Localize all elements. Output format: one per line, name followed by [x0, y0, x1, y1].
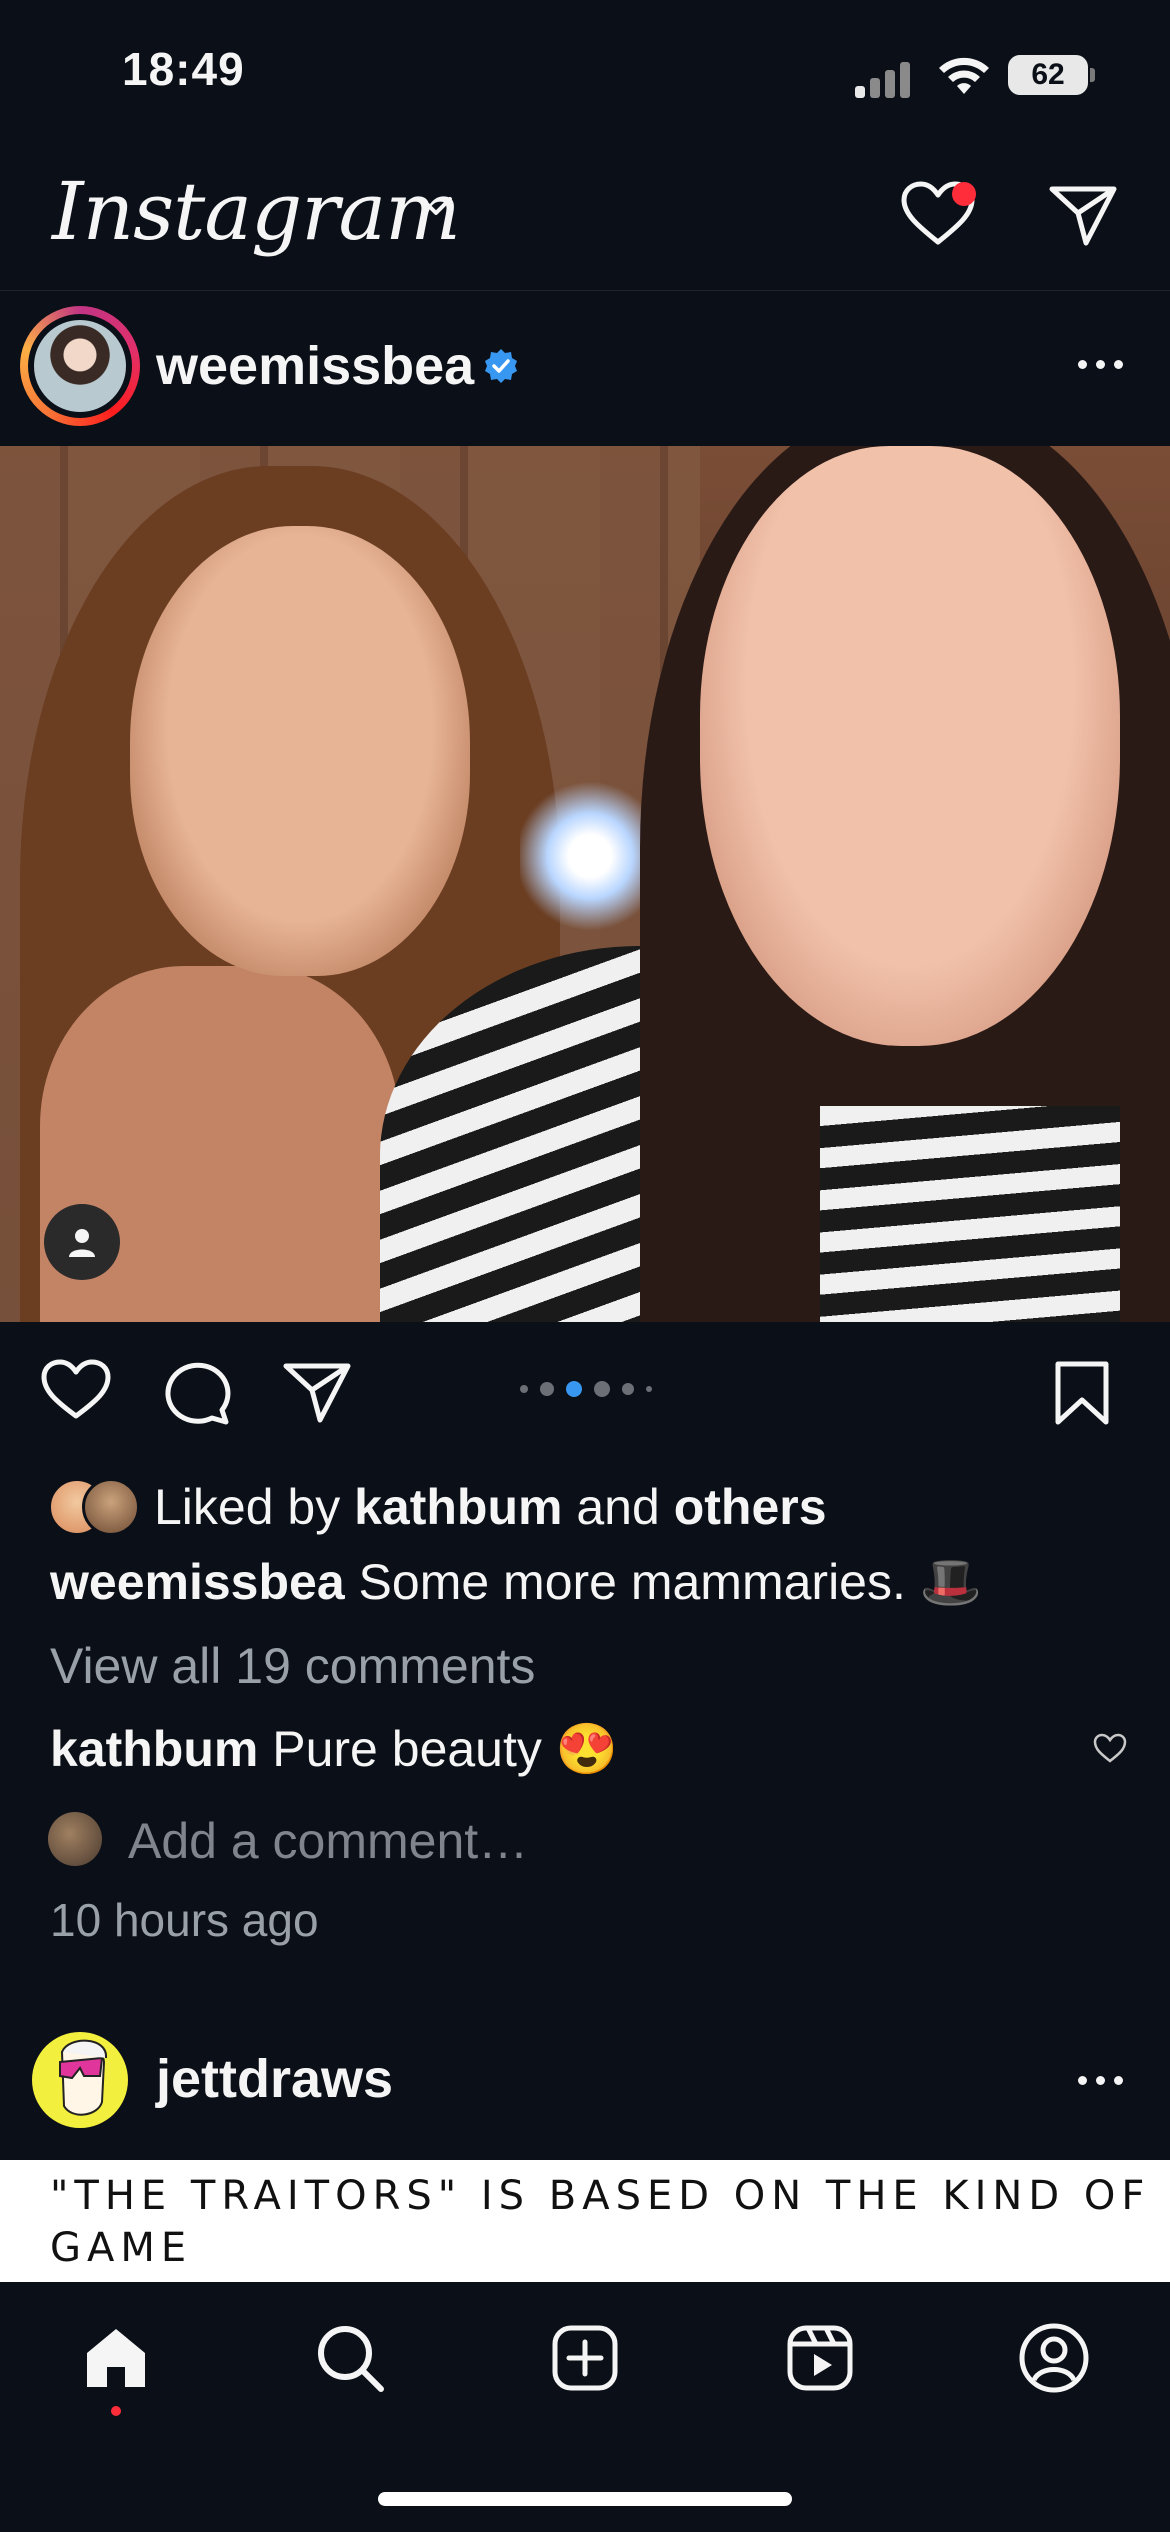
tab-profile[interactable]	[1014, 2318, 1094, 2398]
avatar[interactable]	[34, 320, 126, 412]
avatar[interactable]	[32, 2032, 128, 2128]
cellular-signal-icon	[855, 58, 915, 98]
add-comment-input[interactable]: Add a comment…	[128, 1812, 528, 1870]
caption-username[interactable]: weemissbea	[50, 1554, 345, 1610]
liked-by-text[interactable]: Liked by kathbum and others	[154, 1478, 827, 1536]
liked-by-avatars[interactable]	[48, 1478, 148, 1536]
post-photo[interactable]	[0, 446, 1170, 1322]
profile-icon	[1019, 2323, 1089, 2393]
post-caption: weemissbea Some more mammaries. 🎩	[50, 1553, 982, 1612]
app-logo[interactable]: Instagram	[52, 165, 461, 258]
battery-indicator: 62	[1008, 55, 1088, 95]
comment-username[interactable]: kathbum	[50, 1721, 258, 1777]
comment-preview: kathbum Pure beauty 😍	[50, 1720, 618, 1779]
battery-nub	[1090, 68, 1095, 82]
comic-image[interactable]: "The Traitors" is based on the kind of g…	[0, 2160, 1170, 2282]
plus-square-icon	[552, 2325, 618, 2391]
comic-text-line: "The Traitors" is based on the kind of g…	[50, 2173, 1151, 2271]
carousel-indicator	[520, 1381, 652, 1397]
post-username[interactable]: weemissbea	[156, 335, 474, 397]
home-icon	[87, 2329, 145, 2387]
tab-reels[interactable]	[780, 2318, 860, 2398]
view-all-comments-link[interactable]: View all 19 comments	[50, 1637, 535, 1695]
direct-message-icon[interactable]	[1048, 183, 1118, 247]
avatar-illustration	[59, 2039, 108, 2116]
comic-text-line: that goes by many names, a type of game	[50, 2274, 1170, 2282]
verified-badge-icon	[485, 349, 517, 383]
liked-user-link[interactable]: kathbum	[354, 1479, 562, 1535]
liked-others-link[interactable]: others	[674, 1479, 827, 1535]
wifi-icon	[939, 57, 989, 94]
status-time: 18:49	[122, 43, 245, 95]
tab-home[interactable]	[76, 2318, 156, 2398]
home-indicator	[378, 2492, 792, 2506]
tab-create[interactable]	[545, 2318, 625, 2398]
reels-icon	[787, 2325, 853, 2391]
post-timestamp: 10 hours ago	[50, 1894, 319, 1946]
tagged-people-button[interactable]	[44, 1204, 120, 1280]
caption-text: Some more mammaries. 🎩	[344, 1554, 983, 1610]
header-divider	[0, 290, 1170, 291]
more-options-icon[interactable]	[1078, 2076, 1123, 2085]
comment-bubble-icon[interactable]	[160, 1358, 232, 1426]
home-active-dot	[111, 2406, 121, 2416]
notification-dot	[952, 182, 976, 206]
liked-middle: and	[562, 1479, 674, 1535]
comment-like-icon[interactable]	[1092, 1732, 1128, 1764]
share-send-icon[interactable]	[282, 1360, 352, 1424]
liked-prefix: Liked by	[154, 1479, 355, 1535]
tab-search[interactable]	[310, 2318, 390, 2398]
person-icon	[69, 1229, 95, 1257]
current-user-avatar	[48, 1812, 102, 1866]
comment-text: Pure beauty 😍	[258, 1721, 619, 1777]
bookmark-icon[interactable]	[1052, 1360, 1112, 1426]
post-username[interactable]: jettdraws	[156, 2048, 393, 2110]
like-heart-icon[interactable]	[40, 1358, 112, 1422]
search-icon	[318, 2326, 384, 2392]
more-options-icon[interactable]	[1078, 360, 1123, 369]
chevron-down-icon[interactable]	[418, 195, 454, 219]
